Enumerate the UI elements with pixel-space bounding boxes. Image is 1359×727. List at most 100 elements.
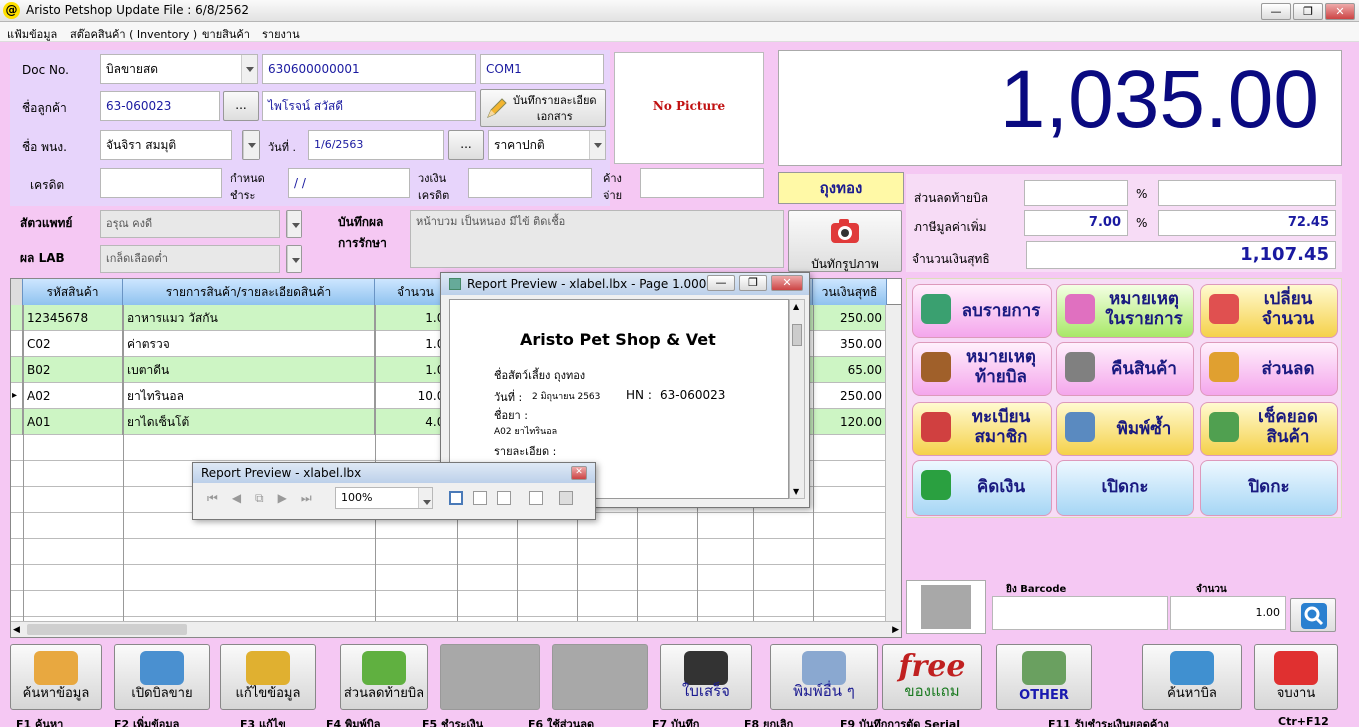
report-preview-titlebar[interactable]: Report Preview - xlabel.lbx - Page 1.000…: [441, 273, 809, 295]
table-row[interactable]: [11, 539, 901, 565]
copy-icon[interactable]: ⧉: [255, 491, 278, 505]
action-button-6[interactable]: ทะเบียน สมาชิก: [912, 402, 1052, 456]
date-picker-button[interactable]: ...: [448, 130, 484, 160]
action-button-10[interactable]: เปิดกะ: [1056, 460, 1194, 516]
customer-name-field[interactable]: ไพโรจน์ สวัสดี: [262, 91, 476, 121]
prev-page-icon[interactable]: ◀: [232, 491, 255, 505]
next-page-icon[interactable]: ▶: [278, 491, 301, 505]
footer-button-1[interactable]: เปิดบิลขาย: [114, 644, 210, 710]
staff-dropdown-button[interactable]: [242, 130, 260, 160]
chevron-down-icon[interactable]: [418, 488, 432, 508]
first-page-icon[interactable]: ⏮: [207, 491, 232, 505]
save-photo-button[interactable]: บันทักรูปภาพ: [788, 210, 902, 272]
credit-field[interactable]: [100, 168, 222, 198]
footer-button-5[interactable]: [552, 644, 648, 710]
action-button-label: หมายเหตุ ในรายการ: [1105, 289, 1183, 329]
footer-button-9[interactable]: OTHER: [996, 644, 1092, 710]
report-scrollbar[interactable]: ▲ ▼: [789, 299, 805, 499]
footer-button-3[interactable]: ส่วนลดท้ายบิล: [340, 644, 428, 710]
action-button-5[interactable]: ส่วนลด: [1200, 342, 1338, 396]
vet-dropdown-button[interactable]: [286, 210, 302, 238]
scroll-thumb[interactable]: [27, 624, 187, 635]
action-button-1[interactable]: หมายเหตุ ในรายการ: [1056, 284, 1194, 338]
vertical-scrollbar[interactable]: [885, 305, 901, 621]
chevron-down-icon[interactable]: [589, 131, 605, 159]
lab-dropdown-button[interactable]: [286, 245, 302, 273]
owe-field[interactable]: [640, 168, 764, 198]
doc-no-field[interactable]: 630600000001: [262, 54, 476, 84]
scroll-up-icon[interactable]: ▲: [793, 302, 799, 311]
due-date-field[interactable]: / /: [288, 168, 410, 198]
action-button-7[interactable]: พิมพ์ซ้ำ: [1056, 402, 1194, 456]
scroll-left-icon[interactable]: ◀: [13, 625, 20, 635]
menu-sales[interactable]: ขายสินค้า: [202, 25, 250, 43]
cell-code: B02: [23, 357, 123, 383]
last-page-icon[interactable]: ⏭: [301, 491, 326, 505]
credit-limit-field[interactable]: [468, 168, 592, 198]
customer-lookup-button[interactable]: ...: [223, 91, 259, 121]
footer-button-0[interactable]: ค้นหาข้อมูล: [10, 644, 102, 710]
action-button-9[interactable]: คิดเงิน: [912, 460, 1052, 516]
scroll-down-icon[interactable]: ▼: [793, 487, 799, 496]
treatment-notes-field[interactable]: หน้าบวม เป็นหนอง มีไข้ ติดเชื้อ: [410, 210, 784, 268]
scroll-right-icon[interactable]: ▶: [892, 625, 899, 635]
customer-code-field[interactable]: 63-060023: [100, 91, 220, 121]
barcode-search-button[interactable]: [1290, 598, 1336, 632]
barcode-qty-input[interactable]: 1.00: [1170, 596, 1286, 630]
zoom-select[interactable]: 100%: [335, 487, 433, 509]
restore-button[interactable]: ❐: [1293, 3, 1323, 20]
price-type-select[interactable]: ราคาปกติ: [488, 130, 606, 160]
footer-button-10[interactable]: ค้นหาบิล: [1142, 644, 1242, 710]
bill-discount-percent-field[interactable]: [1158, 180, 1336, 206]
table-row[interactable]: [11, 565, 901, 591]
footer-button-8[interactable]: free ของแถม: [882, 644, 982, 710]
footer-button-4[interactable]: [440, 644, 540, 710]
action-button-4[interactable]: คืนสินค้า: [1056, 342, 1194, 396]
print-icon[interactable]: [559, 491, 573, 505]
vat-rate-field[interactable]: 7.00: [1024, 210, 1128, 236]
preview-restore-button[interactable]: ❐: [739, 275, 767, 291]
save-document-detail-button[interactable]: บันทึกรายละเอียด เอกสาร: [480, 89, 606, 127]
footer-button-7[interactable]: พิมพ์อื่น ๆ: [770, 644, 878, 710]
two-page-icon[interactable]: [473, 491, 487, 505]
report-pet-line: ชื่อสัตว์เลี้ยง ถุงทอง: [494, 369, 586, 382]
action-button-11[interactable]: ปิดกะ: [1200, 460, 1338, 516]
menu-inventory[interactable]: สต๊อคสินค้า ( Inventory ): [70, 25, 197, 43]
menu-file[interactable]: แฟ้มข้อมูล: [7, 25, 57, 43]
horizontal-scrollbar[interactable]: ◀ ▶: [11, 621, 901, 637]
footer-button-6[interactable]: ใบเสร็จ: [660, 644, 752, 710]
bill-discount-amount-field[interactable]: [1024, 180, 1128, 206]
footer-button-label: ค้นหาบิล: [1167, 686, 1217, 701]
menu-report[interactable]: รายงาน: [262, 25, 300, 43]
staff-field[interactable]: จันจิรา สมมุติ: [100, 130, 232, 160]
toolbar-close-button[interactable]: ✕: [571, 466, 587, 480]
col-net-amount[interactable]: วนเงินสุทธิ: [813, 279, 887, 305]
minimize-button[interactable]: —: [1261, 3, 1291, 20]
date-field[interactable]: 1/6/2563: [308, 130, 444, 160]
footer-button-11[interactable]: จบงาน: [1254, 644, 1338, 710]
action-button-3[interactable]: หมายเหตุ ท้ายบิล: [912, 342, 1052, 396]
action-button-2[interactable]: เปลี่ยน จำนวน: [1200, 284, 1338, 338]
table-row[interactable]: [11, 591, 901, 617]
report-scroll-thumb[interactable]: [792, 324, 802, 346]
close-button[interactable]: ✕: [1325, 3, 1355, 20]
export-icon[interactable]: [529, 491, 543, 505]
col-description[interactable]: รายการสินค้า/รายละเอียดสินค้า: [123, 279, 375, 305]
vet-field[interactable]: อรุณ คงดี: [100, 210, 280, 238]
doc-type-select[interactable]: บิลขายสด: [100, 54, 258, 84]
total-display: 1,035.00: [778, 50, 1342, 166]
vat-label: ภาษีมูลค่าเพิ่ม: [914, 220, 987, 234]
com-port-field[interactable]: COM1: [480, 54, 604, 84]
action-button-0[interactable]: ลบรายการ: [912, 284, 1052, 338]
lab-field[interactable]: เกล็ดเลือดต่ำ: [100, 245, 280, 273]
chevron-down-icon[interactable]: [241, 55, 257, 83]
barcode-input[interactable]: [992, 596, 1168, 630]
col-code[interactable]: รหัสสินค้า: [23, 279, 123, 305]
single-page-icon[interactable]: [449, 491, 463, 505]
report-toolbar-titlebar[interactable]: Report Preview - xlabel.lbx ✕: [193, 463, 595, 483]
preview-minimize-button[interactable]: —: [707, 275, 735, 291]
action-button-8[interactable]: เช็คยอด สินค้า: [1200, 402, 1338, 456]
preview-close-button[interactable]: ✕: [771, 275, 803, 291]
multi-page-icon[interactable]: [497, 491, 511, 505]
footer-button-2[interactable]: แก้ไขข้อมูล: [220, 644, 316, 710]
